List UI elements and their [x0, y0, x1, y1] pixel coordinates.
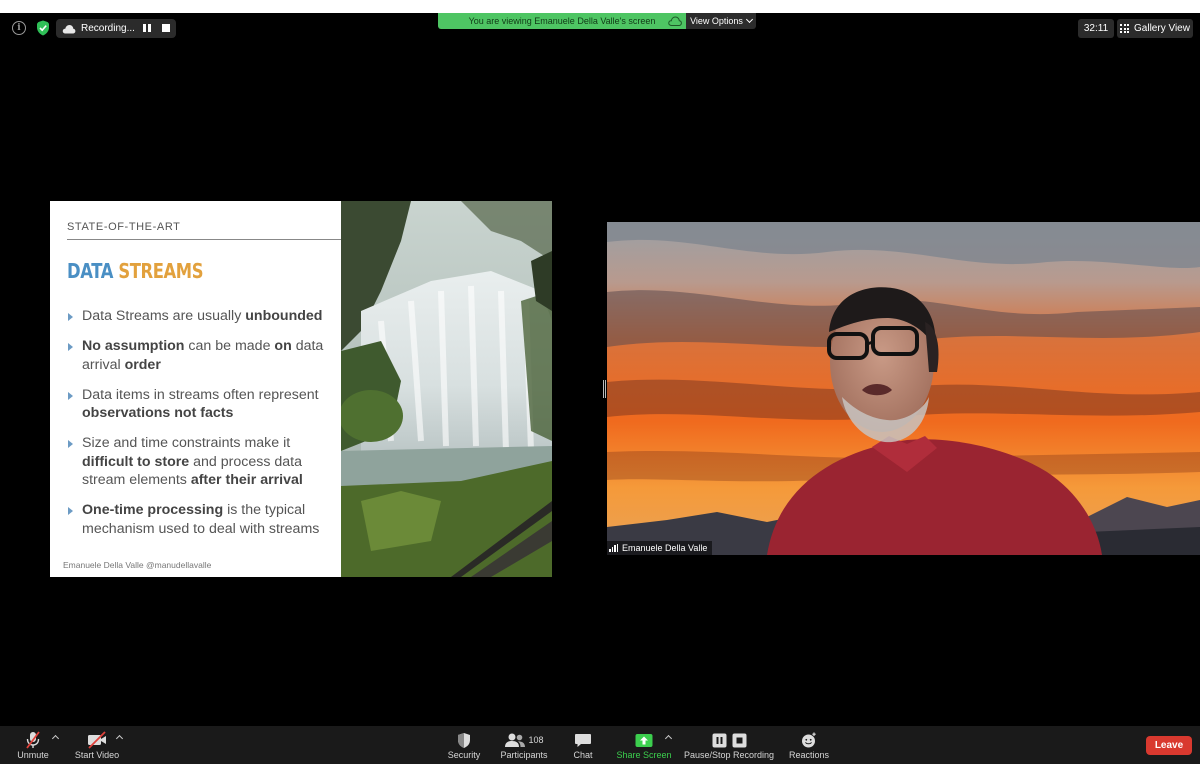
speaker-video-frame: [607, 222, 1200, 555]
slide-bullet: One-time processing is the typical mecha…: [67, 501, 339, 538]
info-icon[interactable]: i: [12, 21, 26, 35]
gallery-view-button[interactable]: Gallery View: [1117, 19, 1193, 38]
chat-button[interactable]: Chat: [568, 726, 598, 764]
pause-icon: [712, 733, 726, 747]
cloud-icon: [668, 16, 682, 26]
reactions-smiley-icon: [802, 732, 816, 748]
slide-title-data: DATA: [67, 259, 114, 283]
participant-name-tag: Emanuele Della Valle: [607, 541, 713, 555]
slide-bullet-list: Data Streams are usually unbounded No as…: [67, 307, 339, 550]
pause-stop-recording-button[interactable]: Pause/Stop Recording: [682, 726, 776, 764]
slide-text-panel: STATE-OF-THE-ART DATA STREAMS Data Strea…: [50, 201, 341, 577]
security-button[interactable]: Security: [444, 726, 484, 764]
recording-indicator: Recording...: [56, 19, 176, 38]
slide-bullet: No assumption can be made on data arriva…: [67, 337, 339, 374]
shared-screen-slide: STATE-OF-THE-ART DATA STREAMS Data Strea…: [50, 201, 552, 577]
start-video-button[interactable]: Start Video: [70, 726, 124, 764]
security-shield-icon: [458, 733, 470, 748]
gallery-view-label: Gallery View: [1134, 23, 1190, 34]
unmute-label: Unmute: [17, 750, 49, 760]
shield-check-icon[interactable]: [36, 20, 50, 36]
chat-bubble-icon: [575, 734, 591, 747]
slide-footer: Emanuele Della Valle @manudellavalle: [63, 560, 212, 570]
chat-label: Chat: [573, 750, 593, 760]
grid-icon: [1120, 24, 1130, 33]
resize-handle[interactable]: [603, 380, 606, 398]
share-arrow-icon: [635, 734, 653, 747]
reactions-button[interactable]: Reactions: [788, 726, 830, 764]
start-video-label: Start Video: [74, 750, 120, 760]
speaker-video: [607, 222, 1200, 555]
pause-icon[interactable]: [143, 24, 151, 32]
slide-bullet: Data Streams are usually unbounded: [67, 307, 339, 326]
recording-controls-icons: [712, 730, 747, 750]
reactions-label: Reactions: [788, 750, 830, 760]
slide-divider: [67, 239, 341, 240]
participants-icon-wrap: 108: [504, 730, 544, 750]
meeting-timer: 32:11: [1078, 19, 1114, 38]
view-options-button[interactable]: View Options: [686, 13, 756, 29]
share-screen-button[interactable]: Share Screen: [614, 726, 674, 764]
participants-count: 108: [528, 735, 544, 745]
recording-label: Recording...: [81, 23, 135, 34]
viewing-banner: You are viewing Emanuele Della Valle's s…: [438, 13, 686, 29]
pause-stop-recording-label: Pause/Stop Recording: [683, 750, 775, 760]
meeting-toolbar: Unmute Start Video Security 108 Particip: [0, 726, 1200, 764]
video-off-icon: [88, 731, 106, 749]
participants-button[interactable]: 108 Participants: [497, 726, 551, 764]
slide-bullet: Size and time constraints make it diffic…: [67, 434, 339, 490]
cloud-icon: [62, 24, 76, 33]
chevron-down-icon: [745, 15, 753, 24]
security-label: Security: [447, 750, 481, 760]
unmute-button[interactable]: Unmute: [12, 726, 54, 764]
stop-icon: [732, 733, 746, 747]
participant-name: Emanuele Della Valle: [622, 543, 708, 553]
slide-kicker: STATE-OF-THE-ART: [67, 221, 181, 233]
participants-label: Participants: [500, 750, 548, 760]
slide-bullet: Data items in streams often represent ob…: [67, 386, 339, 423]
stop-icon[interactable]: [162, 24, 170, 32]
share-screen-label: Share Screen: [616, 750, 672, 760]
waterfall-photo: [341, 201, 552, 577]
slide-title: DATA STREAMS: [67, 259, 204, 283]
view-options-label: View Options: [690, 16, 743, 26]
signal-bars-icon: [609, 544, 618, 552]
mic-muted-icon: [26, 731, 40, 749]
leave-button[interactable]: Leave: [1146, 736, 1192, 755]
os-menu-strip: [0, 0, 1200, 13]
participants-icon: [505, 733, 526, 747]
slide-title-streams: STREAMS: [118, 259, 204, 283]
